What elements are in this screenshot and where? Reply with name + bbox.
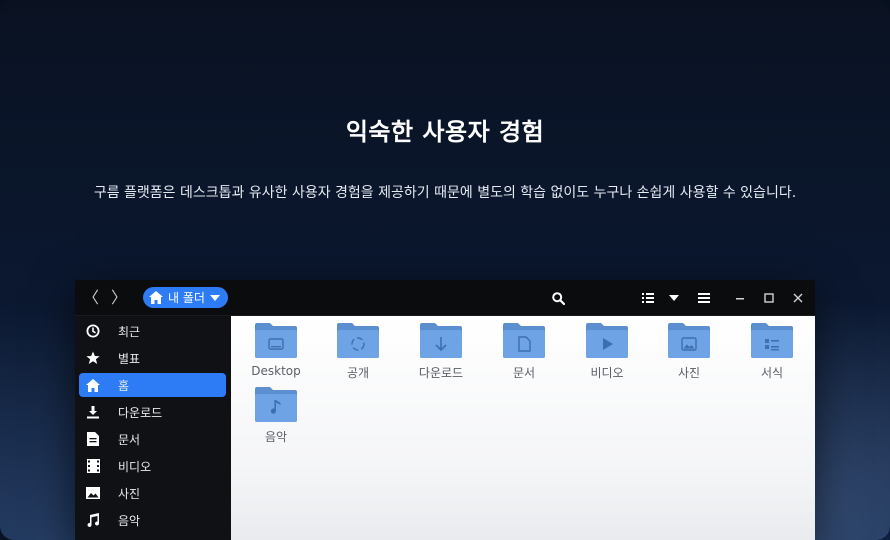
back-button[interactable]: 〈 bbox=[80, 287, 102, 309]
desktop-folder-icon bbox=[255, 323, 297, 358]
sidebar-item-label: 최근 bbox=[118, 324, 141, 339]
sidebar: 최근 별표 홈 다운로드 문서 비디오 사진 음악 bbox=[75, 316, 230, 540]
sidebar-item-label: 홈 bbox=[118, 378, 130, 393]
sidebar-item-home[interactable]: 홈 bbox=[79, 373, 226, 397]
folder-label: 서식 bbox=[760, 366, 784, 380]
star-icon bbox=[85, 350, 101, 366]
share-folder-icon bbox=[337, 323, 379, 358]
folder-item-downloads[interactable]: 다운로드 bbox=[406, 322, 476, 381]
image-icon bbox=[85, 485, 101, 501]
menu-icon[interactable] bbox=[695, 289, 713, 307]
sidebar-item-videos[interactable]: 비디오 bbox=[79, 454, 226, 478]
sidebar-item-recent[interactable]: 최근 bbox=[79, 319, 226, 343]
minimize-icon[interactable] bbox=[731, 289, 749, 307]
film-icon bbox=[85, 458, 101, 474]
sidebar-item-downloads[interactable]: 다운로드 bbox=[79, 400, 226, 424]
search-icon[interactable] bbox=[549, 289, 567, 307]
home-icon bbox=[149, 291, 163, 304]
folder-item-music[interactable]: 음악 bbox=[241, 386, 311, 445]
folder-label: 문서 bbox=[512, 366, 536, 380]
music-icon bbox=[85, 512, 101, 528]
video-folder-icon bbox=[586, 323, 628, 358]
maximize-icon[interactable] bbox=[760, 289, 778, 307]
hero-card: 익숙한 사용자 경험 구름 플랫폼은 데스크톱과 유사한 사용자 경험을 제공하… bbox=[0, 0, 890, 540]
folder-item-videos[interactable]: 비디오 bbox=[572, 322, 642, 381]
sidebar-item-starred[interactable]: 별표 bbox=[79, 346, 226, 370]
pictures-folder-icon bbox=[668, 323, 710, 358]
file-manager-window: 〈 〉 내 폴더 최근 별표 홈 다운로드 문서 비디오 사진 음악 Deskt… bbox=[75, 280, 815, 540]
sidebar-item-label: 비디오 bbox=[118, 459, 152, 474]
folder-label: 다운로드 bbox=[418, 366, 464, 380]
folder-item-pictures[interactable]: 사진 bbox=[654, 322, 724, 381]
file-grid: Desktop 공개 다운로드 문서 비디오 사진 서식 음악 bbox=[231, 316, 815, 540]
hero-subtitle: 구름 플랫폼은 데스크톱과 유사한 사용자 경험을 제공하기 때문에 별도의 학… bbox=[93, 185, 797, 201]
download-folder-icon bbox=[420, 323, 462, 358]
sidebar-item-label: 사진 bbox=[118, 486, 141, 501]
sidebar-item-music[interactable]: 음악 bbox=[79, 508, 226, 532]
sidebar-item-label: 음악 bbox=[118, 513, 141, 528]
title-bar: 〈 〉 내 폴더 bbox=[75, 280, 815, 316]
download-icon bbox=[85, 404, 101, 420]
folder-item-documents[interactable]: 문서 bbox=[489, 322, 559, 381]
folder-label: 비디오 bbox=[590, 366, 624, 380]
folder-item-templates[interactable]: 서식 bbox=[737, 322, 807, 381]
folder-label: 사진 bbox=[677, 366, 701, 380]
folder-label: 공개 bbox=[346, 366, 370, 380]
hero-title: 익숙한 사용자 경험 bbox=[345, 118, 545, 146]
sidebar-item-label: 별표 bbox=[118, 351, 141, 366]
document-icon bbox=[85, 431, 101, 447]
close-icon[interactable] bbox=[789, 289, 807, 307]
location-label: 내 폴더 bbox=[168, 291, 205, 305]
folder-item-desktop[interactable]: Desktop bbox=[241, 322, 311, 378]
templates-folder-icon bbox=[751, 323, 793, 358]
music-folder-icon bbox=[255, 387, 297, 422]
folder-label: Desktop bbox=[251, 364, 301, 378]
clock-icon bbox=[85, 323, 101, 339]
sidebar-item-label: 문서 bbox=[118, 432, 141, 447]
list-view-icon[interactable] bbox=[639, 289, 657, 307]
folder-label: 음악 bbox=[264, 430, 288, 444]
location-button[interactable]: 내 폴더 bbox=[143, 287, 228, 308]
home-icon bbox=[85, 377, 101, 393]
forward-button[interactable]: 〉 bbox=[108, 287, 130, 309]
chevron-down-icon bbox=[209, 294, 220, 301]
sidebar-item-documents[interactable]: 문서 bbox=[79, 427, 226, 451]
sidebar-item-pictures[interactable]: 사진 bbox=[79, 481, 226, 505]
dropdown-arrow-icon[interactable] bbox=[665, 289, 683, 307]
folder-item-public[interactable]: 공개 bbox=[323, 322, 393, 381]
document-folder-icon bbox=[503, 323, 545, 358]
sidebar-item-label: 다운로드 bbox=[118, 405, 163, 420]
